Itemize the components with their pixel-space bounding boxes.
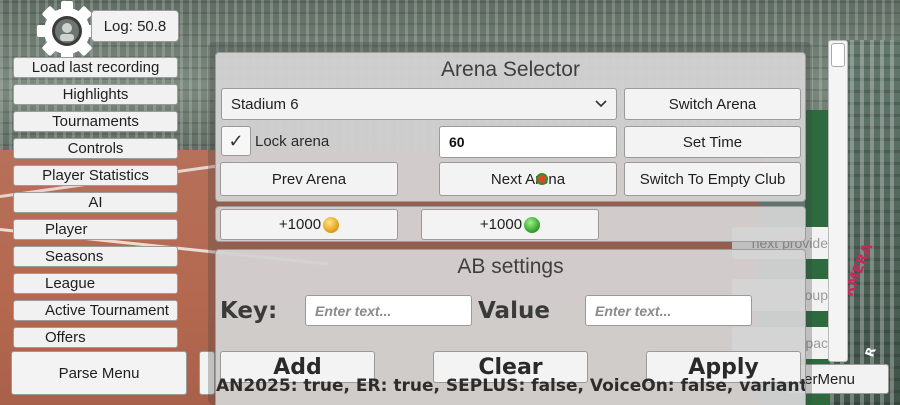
menu-item-controls[interactable]: Controls: [13, 138, 178, 159]
menu-item-seasons[interactable]: Seasons: [13, 246, 178, 267]
time-input[interactable]: 60: [439, 126, 617, 158]
switch-arena-button[interactable]: Switch Arena: [624, 88, 801, 120]
menu-item-player-statistics[interactable]: Player Statistics: [13, 165, 178, 186]
coin-icon: [323, 216, 340, 233]
parse-menu-button[interactable]: Parse Menu: [11, 351, 187, 395]
next-arena-button[interactable]: Next Arena: [439, 162, 617, 196]
menu-item-load-last-recording[interactable]: Load last recording: [13, 57, 178, 78]
add-coins-button[interactable]: +1000: [220, 209, 398, 240]
scrollbar[interactable]: [828, 40, 848, 362]
add-gems-button[interactable]: +1000: [421, 209, 599, 240]
next-arena-label: Next Arena: [490, 170, 566, 188]
currency-panel: +1000 +1000: [215, 206, 806, 242]
menu-item-ai[interactable]: AI: [13, 192, 178, 213]
lock-arena-label: Lock arena: [255, 133, 330, 150]
add-gems-label: +1000: [479, 216, 523, 233]
pointer-icon: [536, 173, 548, 185]
scrollbar-thumb[interactable]: [831, 43, 845, 67]
arena-selector-title: Arena Selector: [441, 58, 580, 81]
log-display: Log: 50.8: [91, 10, 179, 42]
key-input[interactable]: Enter text...: [305, 295, 472, 326]
menu-item-tournaments[interactable]: Tournaments: [13, 111, 178, 132]
prev-arena-button[interactable]: Prev Arena: [220, 162, 398, 196]
key-label: Key:: [220, 298, 278, 324]
ab-status-text: AN2025: true, ER: true, SEPLUS: false, V…: [216, 376, 805, 396]
menu-item-player[interactable]: Player: [13, 219, 178, 240]
menu-item-highlights[interactable]: Highlights: [13, 84, 178, 105]
ab-settings-panel: AB settings Key: Enter text... Value Ent…: [215, 249, 806, 405]
menu-item-league[interactable]: League: [13, 273, 178, 294]
value-label: Value: [478, 298, 550, 324]
value-input[interactable]: Enter text...: [585, 295, 752, 326]
stadium-select-value: Stadium 6: [231, 95, 299, 113]
chevron-down-icon: [595, 100, 607, 108]
menu-item-active-tournament[interactable]: Active Tournament: [13, 300, 178, 321]
ab-settings-title: AB settings: [457, 255, 564, 278]
lock-arena-checkbox[interactable]: ✓: [221, 126, 251, 156]
switch-to-empty-club-button[interactable]: Switch To Empty Club: [624, 162, 801, 196]
menu-item-offers[interactable]: Offers: [13, 327, 178, 348]
gear-icon[interactable]: [30, 0, 100, 62]
stadium-select[interactable]: Stadium 6: [221, 88, 617, 120]
add-coins-label: +1000: [278, 216, 322, 233]
set-time-button[interactable]: Set Time: [624, 126, 801, 158]
arena-selector-panel: Arena Selector Stadium 6 Switch Arena ✓ …: [215, 52, 806, 202]
gem-icon: [524, 216, 541, 233]
check-icon: ✓: [228, 130, 244, 151]
